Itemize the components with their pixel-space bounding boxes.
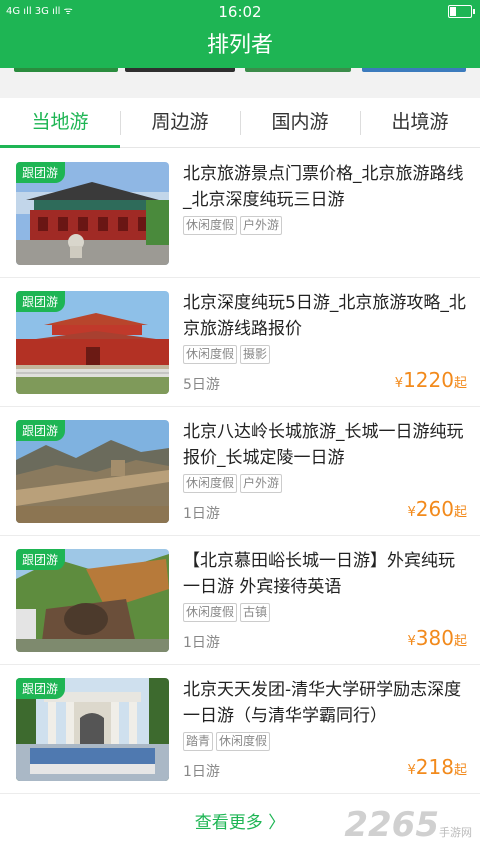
thumbnail-tsinghua: 跟团游 — [16, 678, 169, 781]
tag: 休闲度假 — [183, 216, 238, 235]
tour-price: ¥218起 — [407, 755, 467, 779]
thumbnail-mutianyu: 跟团游 — [16, 549, 169, 652]
tab-local[interactable]: 当地游 — [0, 98, 120, 148]
thumbnail-badaling: 跟团游 — [16, 420, 169, 523]
tour-price: ¥260起 — [407, 497, 467, 521]
tag: 古镇 — [240, 603, 271, 622]
tag: 户外游 — [240, 216, 283, 235]
list-item[interactable]: 跟团游 北京天天发团-清华大学研学励志深度一日游（与清华学霸同行） 踏青 休闲度… — [0, 665, 480, 794]
tour-duration: 1日游 — [183, 635, 220, 651]
thumbnail-palace: 跟团游 — [16, 162, 169, 265]
tour-title[interactable]: 北京旅游景点门票价格_北京旅游路线_北京深度纯玩三日游 — [183, 161, 469, 213]
tag: 休闲度假 — [183, 603, 238, 622]
tour-duration: 5日游 — [183, 377, 220, 393]
tag-list: 休闲度假 户外游 — [183, 474, 283, 493]
list-item[interactable]: 跟团游 北京八达岭长城旅游_长城一日游纯玩报价_长城定陵一日游 休闲度假 户外游… — [0, 407, 480, 536]
tour-type-badge: 跟团游 — [16, 291, 66, 312]
tag-list: 休闲度假 摄影 — [183, 345, 271, 364]
tour-title[interactable]: 北京八达岭长城旅游_长城一日游纯玩报价_长城定陵一日游 — [183, 419, 469, 471]
tour-price: ¥380起 — [407, 626, 467, 650]
list-item[interactable]: 跟团游 【北京慕田峪长城一日游】外宾纯玩一日游 外宾接待英语 休闲度假 古镇 1… — [0, 536, 480, 665]
tour-type-badge: 跟团游 — [16, 162, 66, 183]
tour-type-badge: 跟团游 — [16, 678, 66, 699]
list-item[interactable]: 跟团游 北京旅游景点门票价格_北京旅游路线_北京深度纯玩三日游 休闲度假 户外游 — [0, 149, 480, 278]
tag: 休闲度假 — [183, 345, 238, 364]
banner-strip[interactable] — [0, 68, 480, 80]
thumbnail-tiananmen: 跟团游 — [16, 291, 169, 394]
category-tabs: 当地游 周边游 国内游 出境游 — [0, 98, 480, 148]
tour-type-badge: 跟团游 — [16, 549, 66, 570]
list-item[interactable]: 跟团游 北京深度纯玩5日游_北京旅游攻略_北京旅游线路报价 休闲度假 摄影 5日… — [0, 278, 480, 407]
tab-nearby[interactable]: 周边游 — [120, 98, 240, 147]
tag-list: 休闲度假 古镇 — [183, 603, 271, 622]
tag: 休闲度假 — [216, 732, 271, 751]
tag: 休闲度假 — [183, 474, 238, 493]
tag: 踏青 — [183, 732, 214, 751]
tab-domestic[interactable]: 国内游 — [240, 98, 360, 147]
battery-icon — [448, 5, 475, 18]
tag-list: 休闲度假 户外游 — [183, 216, 283, 235]
tab-outbound[interactable]: 出境游 — [360, 98, 480, 147]
tour-list: 跟团游 北京旅游景点门票价格_北京旅游路线_北京深度纯玩三日游 休闲度假 户外游… — [0, 149, 480, 794]
tour-title[interactable]: 【北京慕田峪长城一日游】外宾纯玩一日游 外宾接待英语 — [183, 548, 469, 600]
status-time: 16:02 — [218, 3, 262, 21]
tag-list: 踏青 休闲度假 — [183, 732, 271, 751]
tour-price: ¥1220起 — [394, 368, 467, 392]
tour-duration: 1日游 — [183, 506, 220, 522]
tag: 摄影 — [240, 345, 271, 364]
tour-type-badge: 跟团游 — [16, 420, 66, 441]
status-bar: 4G ıll 3G ıll ᯤ 16:02 — [0, 0, 480, 24]
page-title: 排列者 — [0, 24, 480, 68]
tag: 户外游 — [240, 474, 283, 493]
watermark-logo: 2265手游网 — [344, 805, 472, 845]
tour-duration: 1日游 — [183, 764, 220, 780]
tour-title[interactable]: 北京天天发团-清华大学研学励志深度一日游（与清华学霸同行） — [183, 677, 469, 729]
tour-title[interactable]: 北京深度纯玩5日游_北京旅游攻略_北京旅游线路报价 — [183, 290, 469, 342]
